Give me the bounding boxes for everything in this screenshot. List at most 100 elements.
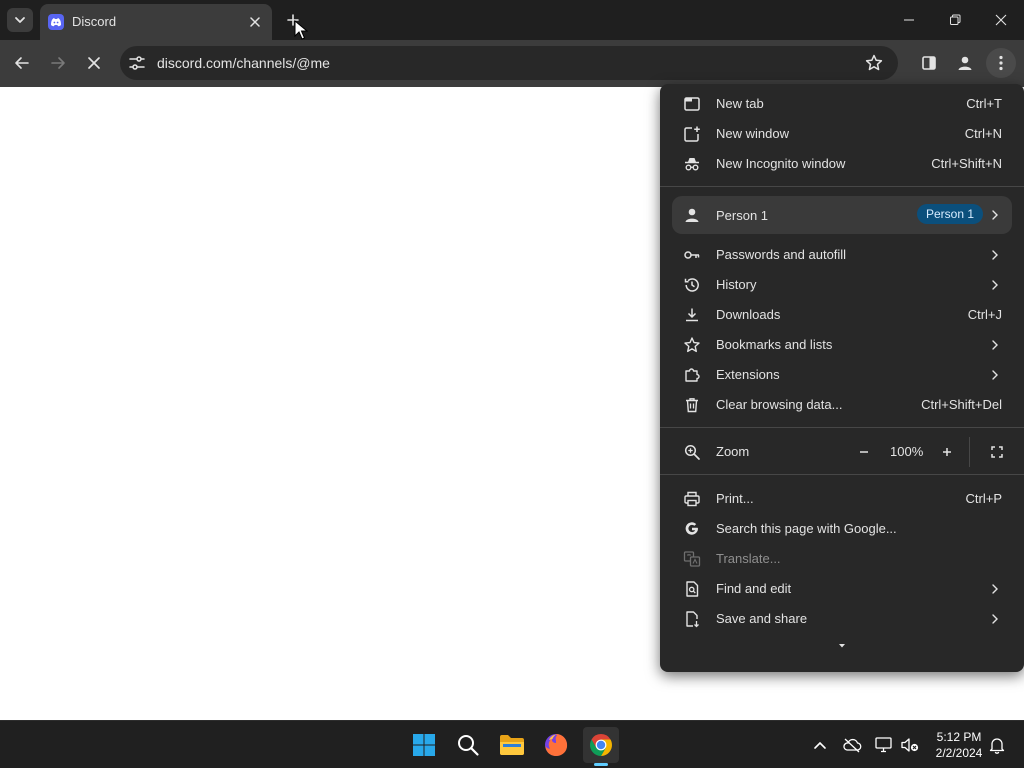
google-g-icon (685, 522, 698, 535)
find-in-page-icon (686, 581, 699, 597)
side-panel-icon (922, 56, 936, 70)
menu-item-label: Search this page with Google... (716, 521, 897, 536)
restore-button[interactable] (932, 0, 978, 40)
network-tray-button[interactable] (872, 733, 896, 757)
menu-item-label: Zoom (716, 444, 750, 459)
menu-item-new-tab[interactable]: New tab Ctrl+T (660, 89, 1024, 119)
notifications-button[interactable] (985, 733, 1009, 757)
menu-item-label: Clear browsing data... (716, 397, 843, 412)
browser-toolbar: discord.com/channels/@me (0, 40, 1024, 87)
url-text[interactable]: discord.com/channels/@me (157, 55, 330, 71)
tab-strip: Discord (0, 0, 1024, 40)
menu-item-bookmarks-lists[interactable]: Bookmarks and lists (660, 330, 1024, 360)
windows-logo-icon (413, 734, 435, 756)
clock-date[interactable]: 2/2/2024 (926, 746, 992, 760)
tab-search-button[interactable] (7, 8, 33, 32)
menu-item-find-edit[interactable]: Find and edit (660, 574, 1024, 604)
zoom-out-button[interactable] (851, 439, 877, 465)
menu-item-passwords-autofill[interactable]: Passwords and autofill (660, 240, 1024, 270)
star-icon[interactable] (864, 53, 884, 73)
menu-item-label: Bookmarks and lists (716, 337, 833, 352)
cloud-offline-icon (843, 738, 862, 753)
speaker-muted-icon (901, 738, 919, 752)
menu-item-shortcut: Ctrl+Shift+Del (921, 397, 1002, 412)
active-app-indicator (594, 763, 608, 766)
minus-icon (860, 451, 868, 453)
chrome-menu-button[interactable] (986, 48, 1016, 78)
tab-close-button[interactable] (246, 13, 264, 31)
download-icon (686, 308, 698, 322)
menu-item-shortcut: Ctrl+J (967, 307, 1002, 322)
menu-item-shortcut: Ctrl+T (966, 96, 1002, 111)
show-hidden-icons-button[interactable] (808, 733, 832, 757)
back-button[interactable] (7, 48, 37, 78)
close-icon (88, 57, 100, 69)
menu-item-new-window[interactable]: New window Ctrl+N (660, 119, 1024, 149)
menu-item-clear-browsing-data[interactable]: Clear browsing data... Ctrl+Shift+Del (660, 390, 1024, 420)
menu-item-save-share[interactable]: Save and share (660, 604, 1024, 634)
menu-item-label: Print... (716, 491, 754, 506)
scroll-more-caret-icon[interactable] (837, 642, 847, 650)
menu-item-downloads[interactable]: Downloads Ctrl+J (660, 300, 1024, 330)
taskbar-search-button[interactable] (450, 727, 486, 763)
translate-icon (683, 551, 701, 567)
puzzle-icon (685, 368, 700, 382)
menu-item-profile[interactable]: Person 1 Person 1 (672, 196, 1012, 234)
zoom-in-button[interactable] (934, 439, 960, 465)
person-icon (685, 208, 699, 222)
menu-item-label: Passwords and autofill (716, 247, 847, 262)
menu-item-new-incognito-window[interactable]: New Incognito window Ctrl+Shift+N (660, 149, 1024, 179)
tab-discord[interactable]: Discord (40, 4, 272, 40)
menu-divider (660, 474, 1024, 475)
menu-item-label: Extensions (716, 367, 780, 382)
site-settings-icon[interactable] (128, 54, 146, 72)
arrow-left-icon (15, 57, 29, 69)
chrome-taskbar-button[interactable] (583, 727, 619, 763)
address-bar[interactable]: discord.com/channels/@me (120, 46, 898, 80)
start-button[interactable] (406, 727, 442, 763)
profile-button[interactable] (950, 48, 980, 78)
folder-icon (500, 735, 524, 755)
chrome-menu: New tab Ctrl+T New window Ctrl+N New Inc… (660, 84, 1024, 672)
key-icon (684, 251, 700, 259)
profile-name: Person 1 (716, 208, 769, 223)
close-icon (995, 14, 1007, 26)
history-icon (684, 278, 699, 292)
close-icon (250, 17, 260, 27)
minimize-button[interactable] (886, 0, 932, 40)
menu-item-label: History (716, 277, 757, 292)
search-icon (458, 735, 479, 756)
menu-item-translate[interactable]: Translate... (660, 544, 1024, 574)
side-panel-button[interactable] (914, 48, 944, 78)
menu-item-extensions[interactable]: Extensions (660, 360, 1024, 390)
more-vertical-icon (999, 55, 1003, 71)
clock-time[interactable]: 5:12 PM (926, 730, 992, 744)
menu-item-history[interactable]: History (660, 270, 1024, 300)
menu-item-search-page-google[interactable]: Search this page with Google... (660, 514, 1024, 544)
star-icon (684, 337, 700, 353)
chevron-right-icon (992, 250, 998, 260)
trash-icon (686, 398, 698, 413)
menu-item-print[interactable]: Print... Ctrl+P (660, 484, 1024, 514)
stop-loading-button[interactable] (79, 48, 109, 78)
taskbar: 5:12 PM 2/2/2024 (0, 720, 1024, 768)
chevron-right-icon (992, 340, 998, 350)
zoom-icon (684, 444, 700, 460)
fullscreen-button[interactable] (984, 439, 1010, 465)
plus-icon (943, 448, 951, 456)
menu-item-label: New tab (716, 96, 764, 111)
profile-badge: Person 1 (917, 204, 984, 224)
firefox-button[interactable] (538, 727, 574, 763)
volume-tray-button[interactable] (898, 733, 922, 757)
menu-item-label: New Incognito window (716, 156, 846, 171)
menu-item-label: Find and edit (716, 581, 792, 596)
menu-item-shortcut: Ctrl+P (965, 491, 1002, 506)
menu-item-label: Translate... (716, 551, 781, 566)
file-explorer-button[interactable] (494, 727, 530, 763)
network-icon (875, 737, 892, 753)
onedrive-tray-button[interactable] (840, 733, 864, 757)
close-window-button[interactable] (978, 0, 1024, 40)
chevron-right-icon (992, 370, 998, 380)
forward-button[interactable] (43, 48, 73, 78)
firefox-icon (545, 734, 568, 756)
